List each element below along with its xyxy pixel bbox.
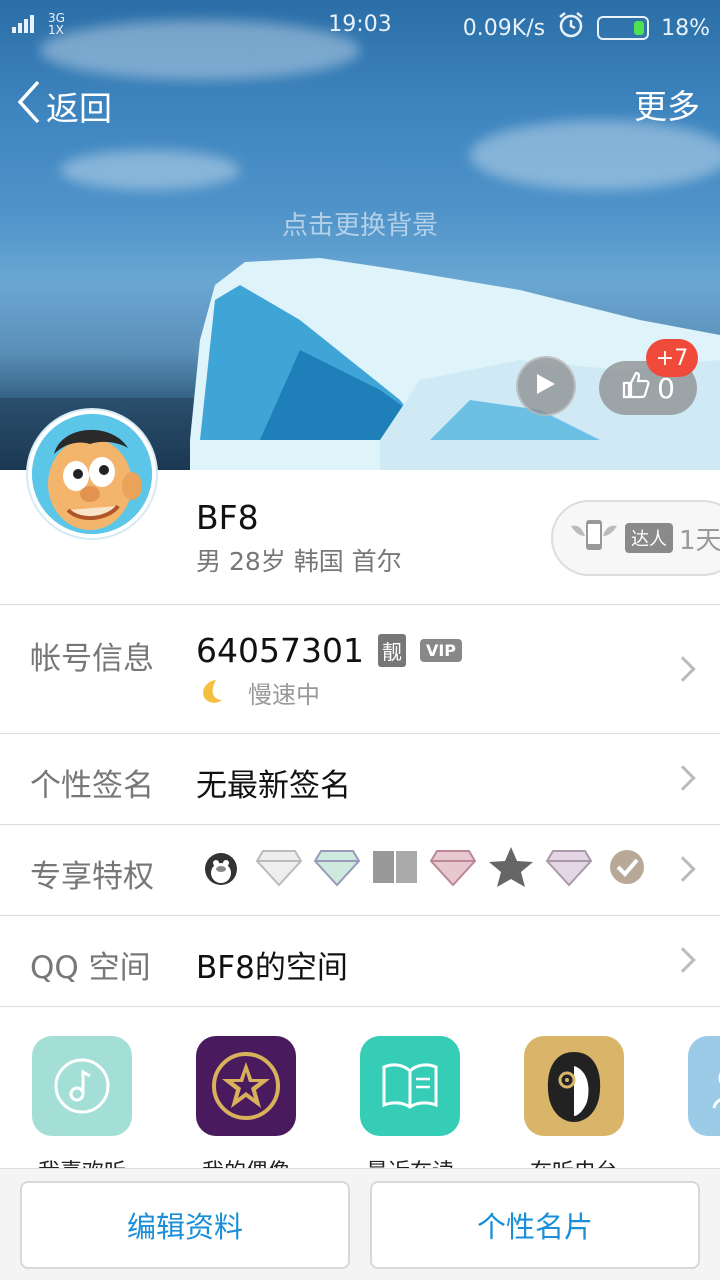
chevron-right-icon bbox=[670, 947, 696, 973]
play-voice-button[interactable] bbox=[516, 356, 576, 416]
music-note-icon bbox=[32, 1036, 132, 1136]
back-button[interactable]: 返回 bbox=[16, 80, 112, 132]
app-radio[interactable]: 在听电台 bbox=[524, 1036, 624, 1170]
qzone-value: BF8的空间 bbox=[196, 950, 348, 986]
winged-phone-icon bbox=[569, 516, 619, 560]
privileges-label: 专享特权 bbox=[30, 859, 154, 895]
account-status: 慢速中 bbox=[248, 681, 320, 709]
battery-percent: 18% bbox=[661, 15, 710, 41]
people-icon bbox=[688, 1036, 720, 1136]
open-book-icon bbox=[360, 1036, 460, 1136]
thumbs-up-icon bbox=[621, 370, 651, 407]
diamond-purple-icon bbox=[544, 842, 594, 892]
nav-bar: 返回 更多 bbox=[0, 72, 720, 132]
checkmark-icon bbox=[602, 842, 652, 892]
signature-value: 无最新签名 bbox=[196, 768, 351, 804]
app-recent-reading[interactable]: 最近在读 bbox=[360, 1036, 460, 1170]
status-bar: 3G 1X 19:03 0.09K/s 18% bbox=[0, 0, 720, 50]
qzone-label: QQ 空间 bbox=[30, 950, 151, 986]
change-background-hint[interactable]: 点击更换背景 bbox=[0, 205, 720, 242]
moon-icon bbox=[196, 676, 226, 710]
signature-label: 个性签名 bbox=[30, 768, 154, 804]
battery-icon bbox=[597, 16, 650, 40]
star-medal-icon bbox=[196, 1036, 296, 1136]
app-shortcuts: 我喜欢听 我的偶像 最近在读 在听电台 加 bbox=[0, 1036, 720, 1170]
vip-badge: VIP bbox=[419, 639, 463, 662]
daren-tag: 达人 bbox=[625, 523, 673, 553]
diamond-pink-icon bbox=[428, 842, 478, 892]
qq-number: 64057301 bbox=[196, 631, 364, 670]
network-speed: 0.09K/s bbox=[462, 15, 546, 41]
personal-card-button[interactable]: 个性名片 bbox=[370, 1181, 700, 1269]
liang-badge: 靓 bbox=[377, 634, 406, 667]
account-label: 帐号信息 bbox=[30, 641, 154, 677]
bottom-action-bar: 编辑资料 个性名片 bbox=[0, 1168, 720, 1280]
penguin-radio-icon bbox=[524, 1036, 624, 1136]
divider bbox=[0, 1006, 720, 1007]
chevron-right-icon bbox=[670, 656, 696, 682]
diamond-green-icon bbox=[312, 842, 362, 892]
like-increment-badge: +7 bbox=[646, 339, 698, 377]
chevron-left-icon bbox=[16, 80, 42, 132]
daren-badge[interactable]: 达人 1天 bbox=[551, 500, 720, 576]
account-info-row[interactable]: 帐号信息 64057301 靓 VIP 慢速中 bbox=[0, 605, 720, 733]
privilege-icons[interactable] bbox=[196, 842, 652, 892]
app-my-idol[interactable]: 我的偶像 bbox=[196, 1036, 296, 1170]
back-label: 返回 bbox=[46, 89, 112, 128]
profile-subinfo: 男 28岁 韩国 首尔 bbox=[196, 547, 402, 576]
alarm-icon bbox=[557, 11, 585, 45]
book-icon bbox=[370, 842, 420, 892]
app-add-friends[interactable]: 加 bbox=[688, 1036, 720, 1170]
more-button[interactable]: 更多 bbox=[634, 80, 700, 128]
avatar[interactable] bbox=[28, 410, 156, 538]
daren-days: 1天 bbox=[679, 525, 720, 556]
diamond-white-icon bbox=[254, 842, 304, 892]
play-icon bbox=[535, 372, 557, 400]
star-icon bbox=[486, 842, 536, 892]
app-favorite-music[interactable]: 我喜欢听 bbox=[32, 1036, 132, 1170]
edit-profile-button[interactable]: 编辑资料 bbox=[20, 1181, 350, 1269]
qq-penguin-icon bbox=[196, 842, 246, 892]
profile-name: BF8 bbox=[196, 498, 259, 537]
signature-row[interactable]: 个性签名 无最新签名 bbox=[0, 734, 720, 824]
chevron-right-icon bbox=[670, 856, 696, 882]
qzone-row[interactable]: QQ 空间 BF8的空间 bbox=[0, 916, 720, 1006]
chevron-right-icon bbox=[670, 765, 696, 791]
